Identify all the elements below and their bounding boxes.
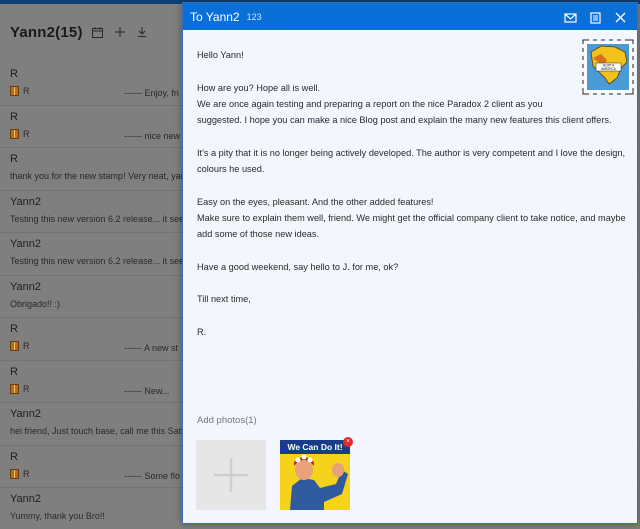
body-line: add some of those new ideas. bbox=[197, 229, 320, 240]
row-snippet: Testing this new version 6.2 release... … bbox=[10, 213, 192, 224]
compose-titlebar: To Yann2 123 bbox=[183, 3, 637, 30]
photo-thumbnail[interactable]: We Can Do It! bbox=[280, 440, 350, 510]
body-line: It's a pity that it is no longer being a… bbox=[197, 147, 626, 158]
remove-photo-button[interactable]: × bbox=[343, 437, 353, 447]
message-body[interactable]: Hello Yann! How are you? Hope all is wel… bbox=[197, 47, 627, 340]
greeting: Hello Yann! bbox=[197, 50, 244, 60]
package-icon bbox=[10, 86, 19, 96]
svg-text:AMERICA: AMERICA bbox=[601, 67, 616, 71]
calendar-icon[interactable] bbox=[91, 25, 105, 39]
stamp-icon[interactable]: NORTH AMERICA bbox=[581, 38, 635, 96]
list-icon[interactable] bbox=[589, 11, 602, 24]
compose-window: To Yann2 123 Hello Yann! How are you? Ho… bbox=[182, 2, 638, 524]
download-icon[interactable] bbox=[135, 25, 149, 39]
row-snippet: Yummy, thank you Bro!! bbox=[10, 511, 105, 521]
body-line: Make sure to explain them well, friend. … bbox=[197, 212, 626, 223]
row-snippet: ------ Enjoy, fri bbox=[124, 88, 179, 98]
body-line: Have a good weekend, say hello to J. for… bbox=[197, 261, 399, 272]
row-snippet: hei friend, Just touch base, call me thi… bbox=[10, 426, 187, 436]
row-from: R bbox=[23, 86, 30, 96]
body-line: Till next time, bbox=[197, 294, 251, 305]
row-snippet: ------ Some flo bbox=[124, 470, 180, 481]
body-line: Easy on the eyes, pleasant. And the othe… bbox=[197, 196, 434, 207]
package-icon bbox=[10, 383, 19, 394]
row-snippet: Obrigado!! :) bbox=[10, 298, 61, 309]
contact-title: Yann2(15) bbox=[10, 23, 83, 41]
add-photos-label[interactable]: Add photos(1) bbox=[197, 415, 257, 426]
row-snippet: Testing this new version 6.2 release... … bbox=[10, 256, 192, 266]
list-header: Yann2(15) bbox=[10, 22, 149, 42]
row-from: R bbox=[23, 468, 30, 479]
row-from: R bbox=[23, 341, 30, 351]
character-count: 123 bbox=[246, 11, 262, 22]
package-icon bbox=[10, 468, 19, 479]
row-snippet: thank you for the new stamp! Very neat, … bbox=[10, 171, 186, 181]
row-snippet: ------ New... bbox=[124, 385, 170, 396]
body-line: We are once again testing and preparing … bbox=[197, 98, 543, 109]
add-photo-button[interactable] bbox=[196, 440, 266, 510]
mail-icon[interactable] bbox=[564, 11, 577, 23]
plus-icon bbox=[214, 458, 248, 492]
compose-title: To Yann2 bbox=[190, 9, 240, 24]
row-from: R bbox=[23, 383, 30, 394]
body-line: suggested. I hope you can make a nice Bl… bbox=[197, 115, 612, 126]
body-line: How are you? Hope all is well. bbox=[197, 82, 321, 93]
package-icon bbox=[10, 128, 19, 139]
row-snippet: ------ nice new bbox=[124, 130, 181, 141]
signature: R. bbox=[197, 327, 207, 338]
row-snippet: ------ A new st bbox=[124, 343, 179, 353]
plus-icon[interactable] bbox=[113, 25, 127, 39]
titlebar-actions bbox=[564, 11, 637, 24]
close-icon[interactable] bbox=[614, 11, 627, 23]
row-from: R bbox=[23, 128, 30, 139]
photo-caption: We Can Do It! bbox=[287, 442, 342, 452]
package-icon bbox=[10, 341, 19, 351]
body-line: colours he used. bbox=[197, 164, 265, 175]
